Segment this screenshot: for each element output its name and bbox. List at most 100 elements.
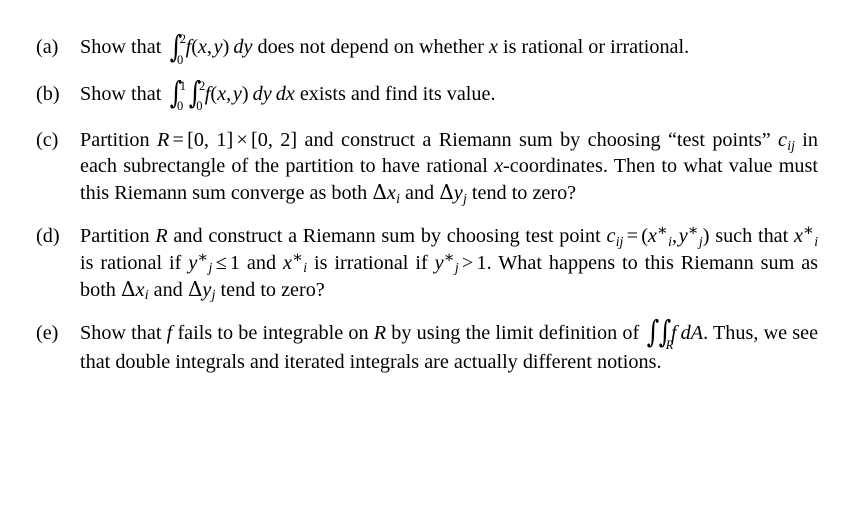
paren-close: ): [702, 225, 710, 248]
double-integral-over-R: ∫∫ R: [645, 315, 674, 352]
integral-region-subscript: R: [665, 337, 674, 352]
times-sign: ×: [236, 129, 248, 152]
text-c-6: tend to zero?: [471, 182, 577, 205]
subscript-i: i: [396, 191, 400, 207]
text-e-1: Show that: [80, 321, 162, 344]
text-c-1: Partition: [80, 129, 150, 152]
math-y-delta: y: [202, 278, 212, 301]
item-body-d: Partition R and construct a Riemann sum …: [80, 223, 818, 302]
paren-close: ): [241, 82, 249, 105]
item-body-a: Show that ∫ 2 0 f(x, y) dy does not depend …: [80, 32, 818, 67]
math-x-delta: x: [386, 182, 396, 205]
text-d-3: such that: [715, 225, 789, 248]
math-c: c: [606, 225, 616, 248]
item-label-b: (b): [36, 82, 60, 105]
text-d-8: and: [153, 278, 183, 301]
subscript-i: i: [303, 260, 308, 276]
math-y: y: [232, 82, 242, 105]
comma: ,: [226, 82, 232, 105]
integral-0-to-2: ∫ 2 0: [187, 78, 206, 113]
item-body-c: Partition R = [0, 1] × [0, 2] and construct …: [80, 127, 818, 206]
math-x-star-i: x: [647, 225, 657, 248]
delta-symbol: Δ: [372, 180, 387, 205]
integral-lower-limit: 0: [177, 52, 184, 67]
differential-dy: dy: [252, 82, 272, 105]
differential-dx: dx: [275, 82, 295, 105]
text-c-5: and: [405, 182, 435, 205]
math-R: R: [155, 225, 168, 248]
math-y: y: [213, 36, 223, 58]
list-item-a: (a) Show that ∫ 2 0 f(x, y) dy does not dep…: [36, 32, 818, 67]
quoted-term: test points: [676, 129, 762, 152]
delta-symbol: Δ: [120, 276, 136, 301]
math-y-delta: y: [453, 182, 463, 205]
paren-close: ): [222, 36, 230, 58]
item-label-d: (d): [36, 225, 60, 248]
math-c: c: [778, 129, 788, 152]
list-item-e: (e) Show that f fails to be integrable o…: [36, 315, 818, 376]
subscript-ij: ij: [615, 234, 624, 250]
star-superscript: ∗: [292, 249, 303, 267]
math-x-star-i-2: x: [794, 225, 803, 248]
item-label-e: (e): [36, 321, 59, 344]
integral-upper-limit: 2: [179, 31, 187, 46]
subscript-i: i: [144, 287, 149, 303]
item-label-c: (c): [36, 129, 59, 152]
greater-than-sign: >: [461, 251, 474, 274]
item-label-a: (a): [36, 36, 59, 58]
comma: ,: [671, 225, 677, 248]
star-superscript: ∗: [687, 223, 699, 241]
math-R: R: [156, 129, 170, 152]
period: .: [703, 321, 709, 344]
integral-0-to-2: ∫ 2 0: [168, 32, 186, 67]
document-page: (a) Show that ∫ 2 0 f(x, y) dy does not dep…: [0, 0, 852, 518]
subscript-j: j: [211, 287, 216, 303]
integral-upper-limit: 1: [179, 78, 187, 93]
math-y-star-j-3: y: [434, 251, 444, 274]
interval-0-2: [0, 2]: [251, 129, 298, 152]
value-one: 1: [229, 251, 240, 274]
text-b-1: Show that: [80, 82, 162, 105]
list-item-d: (d) Partition R and construct a Riemann …: [36, 223, 818, 302]
text-d-4: is rational if: [80, 251, 182, 274]
math-x: x: [197, 36, 207, 58]
text-d-2: and construct a Riemann sum by choosing …: [173, 225, 601, 248]
value-one-2: 1.: [476, 251, 492, 274]
differential-dA: dA: [680, 321, 704, 344]
math-R: R: [373, 321, 387, 344]
subscript-i: i: [814, 234, 819, 250]
interval-0-1: [0, 1]: [187, 129, 234, 152]
delta-symbol-2: Δ: [187, 276, 203, 301]
exercise-list: (a) Show that ∫ 2 0 f(x, y) dy does not dep…: [36, 32, 818, 392]
text-d-6: is irrational if: [314, 251, 428, 274]
subscript-ij: ij: [787, 138, 795, 154]
math-x-2: x: [489, 36, 498, 58]
subscript-j: j: [463, 191, 467, 207]
delta-symbol-2: Δ: [439, 180, 454, 205]
text-d-9: tend to zero?: [220, 278, 325, 301]
text-a-3: is rational or irrational.: [503, 36, 690, 58]
integral-lower-limit: 0: [177, 99, 184, 114]
quote-close: ”: [761, 129, 771, 152]
less-than-or-equal-sign: ≤: [215, 251, 227, 274]
subscript-j: j: [208, 260, 213, 276]
star-superscript: ∗: [656, 223, 668, 241]
text-d-5: and: [246, 251, 277, 274]
text-a-1: Show that: [80, 36, 162, 58]
text-d-1: Partition: [80, 225, 150, 248]
integral-sign-icon: ∫: [646, 315, 660, 351]
subscript-j: j: [454, 260, 459, 276]
text-b-2: exists and find its value.: [299, 82, 496, 105]
equals-sign: =: [626, 225, 638, 248]
paren-open: (: [641, 225, 648, 248]
item-body-e: Show that f fails to be integrable on R …: [80, 315, 818, 376]
star-superscript: ∗: [197, 249, 209, 267]
integral-lower-limit: 0: [196, 99, 203, 114]
equals-sign: =: [172, 129, 184, 152]
text-c-2: and construct a Riemann sum by choosing: [304, 129, 661, 152]
text-a-2: does not depend on whether: [257, 36, 484, 58]
paren-open: (: [191, 36, 198, 58]
math-x: x: [494, 155, 504, 178]
text-e-3: by using the limit definition of: [391, 321, 640, 344]
quote-open: “: [667, 129, 677, 152]
